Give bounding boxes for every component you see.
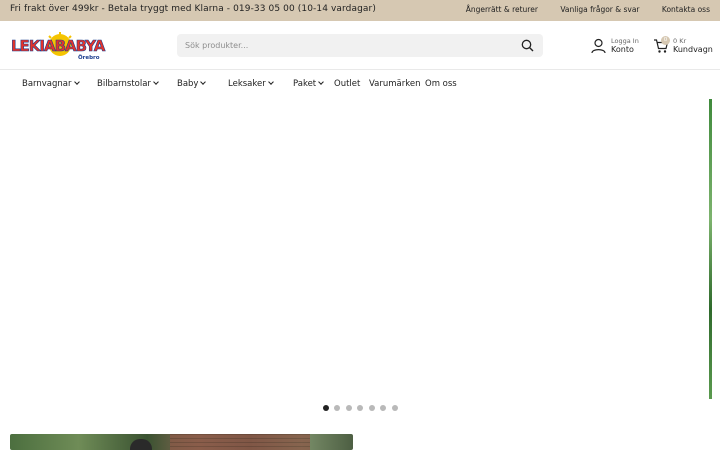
carousel-dot-6[interactable] [380,405,386,411]
cart-total: 0 Kr [673,37,687,45]
carousel-dot-1[interactable] [323,405,329,411]
svg-text:Örebro: Örebro [78,54,100,61]
nav-item-baby[interactable]: Baby [177,79,207,89]
topbar-link-returns[interactable]: Ångerrätt & returer [466,5,538,14]
search-box [177,34,543,57]
cart-link[interactable]: 0 0 Kr Kundvagn [653,36,715,58]
carousel-dot-2[interactable] [334,405,340,411]
promo-text: Fri frakt över 499kr - Betala tryggt med… [10,4,376,14]
carousel-dot-7[interactable] [392,405,398,411]
svg-text:LEKIABABYA: LEKIABABYA [11,37,106,55]
nav-item-om-oss[interactable]: Om oss [425,79,457,89]
chevron-down-icon [200,79,207,85]
nav-item-label: Bilbarnstolar [97,79,151,89]
carousel-dot-4[interactable] [357,405,363,411]
account-label: Konto [611,45,634,54]
nav-item-label: Paket [293,79,317,89]
topbar-links: Ångerrätt & returer Vanliga frågor & sva… [446,5,710,14]
nav-item-barnvagnar[interactable]: Barnvagnar [22,79,80,89]
chevron-down-icon [318,79,324,85]
search-icon[interactable] [521,39,534,52]
nav-item-label: Baby [177,79,199,89]
nav-item-varumarken[interactable]: Varumärken [369,79,420,89]
nav-item-leksaker[interactable]: Leksaker [228,79,274,89]
account-link[interactable]: Logga In Konto [591,36,651,58]
banner-person [130,439,152,450]
chevron-down-icon [73,79,80,85]
cart-label: Kundvagn [673,45,713,54]
promo-banner-image[interactable] [10,434,353,450]
nav-item-outlet[interactable]: Outlet [334,79,360,89]
account-login-text: Logga In [611,37,639,45]
carousel-pagination [0,405,720,413]
next-slide-peek[interactable] [709,99,712,399]
cart-count-badge: 0 [661,36,670,45]
nav-item-label: Barnvagnar [22,79,72,89]
nav-item-bilbarnstolar[interactable]: Bilbarnstolar [97,79,159,89]
main-navigation: Barnvagnar Bilbarnstolar Baby Leksaker P… [0,75,720,95]
nav-item-label: Outlet [334,79,361,89]
announcement-bar: Fri frakt över 499kr - Betala tryggt med… [0,0,720,21]
carousel-dot-5[interactable] [369,405,375,411]
chevron-down-icon [153,79,159,85]
site-logo[interactable]: LEKIABABYA Örebro [10,32,110,61]
search-input[interactable] [185,38,505,53]
user-icon [591,38,606,54]
topbar-link-faq[interactable]: Vanliga frågor & svar [560,5,639,14]
nav-item-label: Varumärken [369,79,421,89]
banner-brick-wall [170,434,310,450]
nav-item-label: Om oss [425,79,457,89]
logo-image: LEKIABABYA Örebro [11,32,107,61]
chevron-down-icon [267,79,274,85]
hero-carousel[interactable] [0,97,720,400]
nav-item-label: Leksaker [228,79,266,89]
topbar-link-contact[interactable]: Kontakta oss [662,5,710,14]
nav-item-paket[interactable]: Paket [293,79,324,89]
carousel-dot-3[interactable] [346,405,352,411]
site-header: LEKIABABYA Örebro Logga In Konto 0 0 Kr … [0,21,720,70]
